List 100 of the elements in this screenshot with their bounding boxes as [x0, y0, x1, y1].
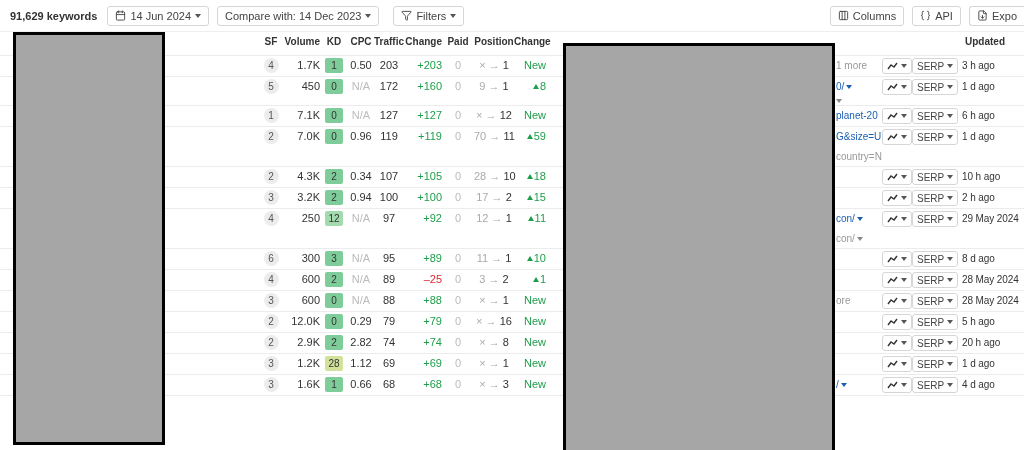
serp-button[interactable]: SERP [912, 169, 959, 185]
difficulty-badge: 0 [325, 314, 343, 329]
serp-button[interactable]: SERP [912, 356, 959, 372]
serp-button[interactable]: SERP [912, 190, 959, 206]
paid-cell-text: 0 [453, 211, 463, 226]
column-header[interactable]: Paid [442, 36, 474, 47]
compare-button[interactable]: Compare with: 14 Dec 2023 [217, 5, 380, 26]
chart-dropdown-button[interactable] [882, 335, 912, 351]
difficulty-badge: 2 [325, 190, 343, 205]
filters-button[interactable]: Filters [393, 5, 465, 26]
position-cell-text: × → 3 [478, 377, 510, 392]
position-change: 8 [514, 79, 546, 94]
caret-icon [901, 362, 907, 366]
traffic-change: +89 [422, 251, 442, 266]
caret-icon [947, 362, 954, 366]
filter-icon [401, 10, 413, 21]
serp-button[interactable]: SERP [912, 314, 959, 330]
chart-dropdown-button[interactable] [882, 108, 912, 124]
chart-dropdown-button[interactable] [882, 79, 912, 95]
chart-dropdown-button[interactable] [882, 169, 912, 185]
column-header[interactable]: Change [404, 36, 442, 47]
paid-cell-text: 0 [453, 251, 463, 266]
serp-button[interactable]: SERP [912, 335, 959, 351]
column-header[interactable]: Volume [282, 36, 320, 47]
serp-features-count: 2 [263, 335, 279, 350]
difficulty-badge: 0 [325, 129, 343, 144]
trend-icon [887, 360, 898, 368]
caret-icon [947, 64, 954, 68]
chart-dropdown-button[interactable] [882, 129, 912, 145]
chart-dropdown-button[interactable] [882, 293, 912, 309]
serp-features-count: 4 [263, 211, 279, 226]
serp-button[interactable]: SERP [912, 211, 959, 227]
chart-dropdown-button[interactable] [882, 272, 912, 288]
caret-icon [947, 383, 954, 387]
url-link[interactable]: planet-20 [836, 108, 878, 123]
trend-icon [887, 194, 898, 202]
date-button[interactable]: 14 Jun 2024 [107, 5, 209, 26]
difficulty-badge: 28 [325, 356, 343, 371]
traffic-cell-text: 68 [381, 377, 397, 392]
url-link[interactable]: / [836, 377, 847, 392]
volume-cell-text: 7.0K [296, 129, 320, 144]
serp-features-count: 2 [263, 314, 279, 329]
caret-icon [365, 13, 372, 18]
caret-icon [840, 382, 847, 387]
url-text: country=N [836, 150, 882, 164]
serp-button[interactable]: SERP [912, 377, 959, 393]
caret-icon [901, 114, 907, 118]
traffic-change: +92 [422, 211, 442, 226]
position-cell: 28 → 10 [474, 169, 514, 184]
column-header[interactable]: KD [320, 36, 348, 47]
up-triangle-icon [527, 216, 534, 221]
column-header[interactable]: CPC [348, 36, 374, 47]
position-cell-text: 12 → 1 [475, 211, 513, 226]
chart-dropdown-button[interactable] [882, 356, 912, 372]
position-cell-text: 11 → 1 [475, 251, 513, 266]
paid-cell-text: 0 [453, 293, 463, 308]
serp-button[interactable]: SERP [912, 108, 959, 124]
caret-icon [901, 64, 907, 68]
serp-button[interactable]: SERP [912, 272, 959, 288]
cpc-cell-text: 2.82 [349, 335, 373, 350]
serp-button[interactable]: SERP [912, 251, 959, 267]
url-link[interactable]: G&size=U [836, 129, 882, 144]
paid-cell-text: 0 [453, 129, 463, 144]
api-button[interactable]: API [912, 5, 961, 26]
cpc-cell-text: N/A [350, 251, 372, 266]
columns-button[interactable]: Columns [829, 5, 905, 26]
serp-button[interactable]: SERP [912, 293, 959, 309]
paid-cell-text: 0 [453, 58, 463, 73]
caret-icon [901, 85, 907, 89]
serp-button[interactable]: SERP [912, 129, 959, 145]
chart-dropdown-button[interactable] [882, 314, 912, 330]
column-header[interactable]: SF [260, 36, 282, 47]
chart-dropdown-button[interactable] [882, 211, 912, 227]
chart-dropdown-button[interactable] [882, 190, 912, 206]
volume-cell-text: 3.2K [296, 190, 320, 205]
trend-icon [887, 381, 898, 389]
serp-features-count: 3 [263, 356, 279, 371]
chart-dropdown-button[interactable] [882, 251, 912, 267]
up-triangle-icon [526, 195, 533, 200]
serp-button[interactable]: SERP [912, 58, 959, 74]
chart-dropdown-button[interactable] [882, 377, 912, 393]
traffic-change: +74 [422, 335, 442, 350]
difficulty-badge: 2 [325, 272, 343, 287]
url-link[interactable]: con/ [836, 211, 863, 226]
cpc-cell-text: 0.50 [349, 58, 373, 73]
column-header[interactable]: Updated [960, 36, 1024, 47]
caret-icon [947, 114, 954, 118]
cpc-cell-text: 0.29 [349, 314, 373, 329]
export-button[interactable]: Expo [968, 5, 1024, 26]
column-header[interactable]: Position [474, 36, 514, 47]
serp-button[interactable]: SERP [912, 79, 959, 95]
traffic-change: +105 [416, 169, 442, 184]
caret-icon [947, 217, 954, 221]
column-header[interactable]: Traffic [374, 36, 404, 47]
difficulty-badge: 0 [325, 79, 343, 94]
position-change: New [523, 335, 546, 350]
chart-dropdown-button[interactable] [882, 58, 912, 74]
url-link[interactable]: 0/ [836, 79, 853, 94]
caret-icon [846, 84, 853, 89]
position-change: 59 [514, 129, 546, 144]
